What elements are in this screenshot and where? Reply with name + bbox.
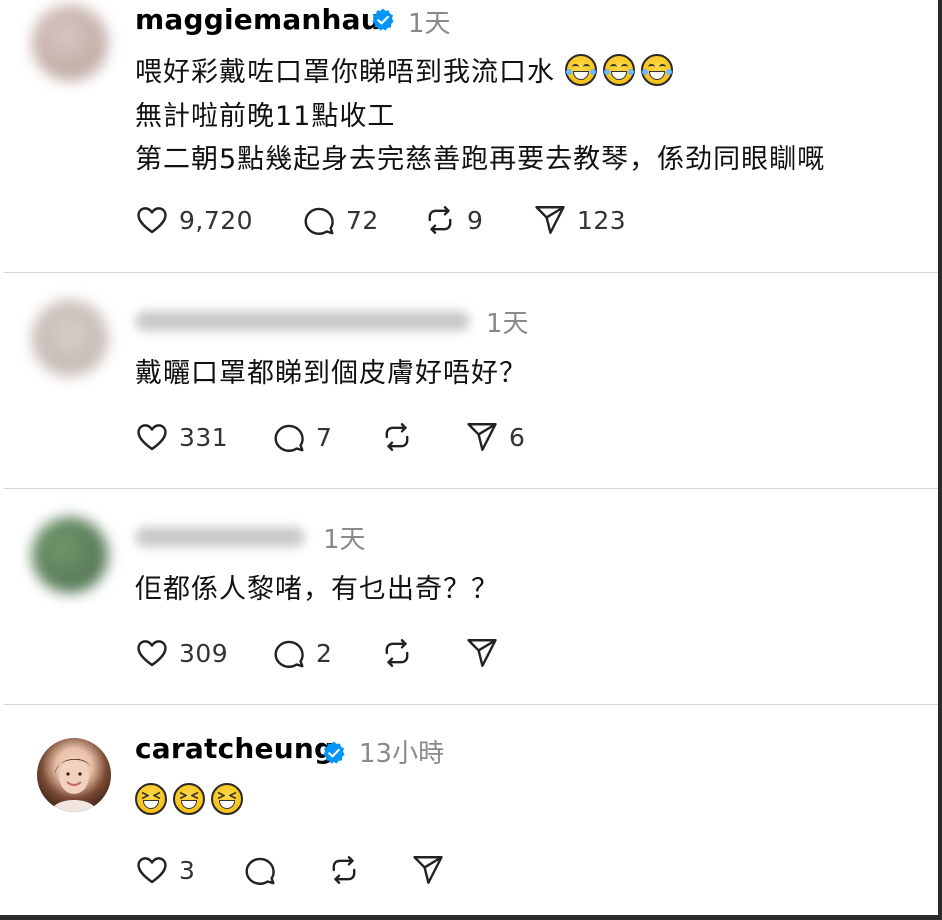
comment-icon [272,636,306,670]
like-button[interactable]: 331 [135,417,228,457]
repost-button[interactable] [380,417,414,457]
share-icon [465,636,499,670]
repost-icon [380,420,414,454]
like-button[interactable]: 9,720 [135,200,253,240]
timestamp: 1天 [486,309,529,339]
post-text: 喂好彩戴咗口罩你睇唔到我流口水 [135,57,555,88]
action-bar: 309 2 [135,633,555,673]
username-blurred[interactable] [135,527,305,547]
like-button[interactable]: 309 [135,633,228,673]
repost-icon [327,853,361,887]
post-reply: 1天 戴曬口罩都睇到個皮膚好唔好？ 331 7 6 [0,273,938,487]
action-bar: 331 7 6 [135,417,555,457]
repost-button[interactable] [380,633,414,673]
heart-icon [135,203,169,237]
window-border [938,0,942,920]
post-text-line: 喂好彩戴咗口罩你睇唔到我流口水 [135,50,679,89]
avatar[interactable] [32,5,108,81]
timestamp: 13小時 [359,739,445,769]
post-text-line: 無計啦前晚11點收工 [135,101,396,132]
repost-icon [423,203,457,237]
comment-button[interactable]: 7 [272,417,332,457]
avatar[interactable] [32,517,108,593]
post-reply: 1天 佢都係人黎啫，有乜出奇？？ 309 2 [0,489,938,703]
comment-button[interactable]: 2 [272,633,332,673]
action-bar: 9,720 72 9 123 [135,200,655,240]
timestamp: 1天 [323,525,366,555]
like-count: 331 [179,422,229,452]
joy-emoji [640,54,673,86]
repost-button[interactable] [327,850,361,890]
comment-button[interactable]: 72 [302,200,379,240]
share-count: 6 [509,422,526,452]
post-maggiemanhau: maggiemanhau 1天 喂好彩戴咗口罩你睇唔到我流口水 無計啦前晚11點… [0,0,938,272]
window-border [0,915,942,920]
verified-icon [370,7,396,33]
comment-button[interactable] [243,850,277,890]
avatar[interactable] [32,300,108,376]
share-button[interactable]: 123 [533,200,626,240]
username[interactable]: maggiemanhau [135,3,381,36]
repost-count: 9 [467,205,484,235]
post-text: 戴曬口罩都睇到個皮膚好唔好？ [135,358,527,389]
comment-count: 72 [346,205,379,235]
heart-icon [135,636,169,670]
repost-icon [380,636,414,670]
laughing-emoji [173,783,205,815]
like-button[interactable]: 3 [135,850,195,890]
post-caratcheung: caratcheung 13小時 3 [0,705,938,915]
comment-icon [302,203,336,237]
avatar[interactable] [37,738,111,812]
share-button[interactable]: 6 [465,417,525,457]
timestamp: 1天 [408,9,451,39]
username-blurred[interactable] [135,311,470,331]
share-icon [465,420,499,454]
laughing-emoji [135,783,167,815]
heart-icon [135,420,169,454]
post-text-line: 第二朝5點幾起身去完慈善跑再要去教琴，係劲同眼瞓嘅 [135,144,826,175]
share-button[interactable] [465,633,499,673]
username[interactable]: caratcheung [135,732,334,765]
comment-icon [243,853,277,887]
comment-count: 2 [316,638,333,668]
comment-icon [272,420,306,454]
profile-photo [51,758,97,812]
heart-icon [135,853,169,887]
post-text-line [135,783,249,817]
post-text: 佢都係人黎啫，有乜出奇？？ [135,574,499,605]
share-icon [411,853,445,887]
joy-emoji [564,54,597,86]
joy-emoji [602,54,635,86]
repost-button[interactable]: 9 [423,200,483,240]
like-count: 309 [179,638,229,668]
like-count: 9,720 [179,205,254,235]
share-count: 123 [577,205,627,235]
share-icon [533,203,567,237]
comment-count: 7 [316,422,333,452]
action-bar: 3 [135,850,455,890]
laughing-emoji [211,783,243,815]
verified-icon [321,740,347,766]
like-count: 3 [179,855,196,885]
share-button[interactable] [411,850,445,890]
